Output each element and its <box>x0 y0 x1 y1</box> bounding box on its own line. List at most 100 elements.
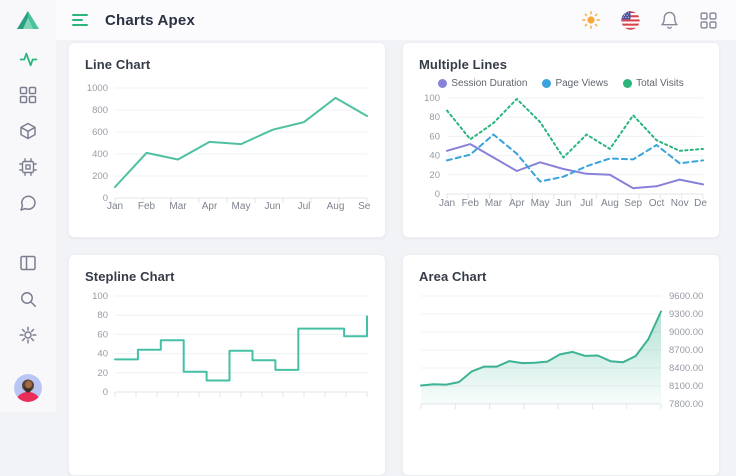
sidebar-nav-top <box>17 48 39 214</box>
svg-text:9000.00: 9000.00 <box>669 327 703 338</box>
stepline-chart-canvas: 0 20 40 60 80 100 <box>85 292 369 429</box>
page-title: Charts Apex <box>105 12 195 29</box>
activity-icon <box>19 50 38 69</box>
svg-text:May: May <box>232 201 251 212</box>
sidebar-item-components[interactable] <box>17 120 39 142</box>
card-area-chart: Area Chart 7800.00 8100.00 8400.00 8700.00 9… <box>402 254 720 476</box>
svg-text:60: 60 <box>429 131 440 142</box>
legend-marker <box>623 79 632 88</box>
svg-text:Dec: Dec <box>694 198 707 209</box>
svg-text:Sep: Sep <box>624 198 642 209</box>
svg-text:Jan: Jan <box>439 198 455 209</box>
line-chart-canvas: 02004006008001000JanFebMarAprMayJunJulAu… <box>85 80 369 231</box>
card-line-chart: Line Chart 02004006008001000JanFebMarApr… <box>68 42 386 238</box>
apps-grid-icon <box>700 12 717 29</box>
notifications-button[interactable] <box>659 10 679 30</box>
svg-text:Jul: Jul <box>298 201 311 212</box>
card-title: Stepline Chart <box>85 269 369 284</box>
legend-label: Total Visits <box>636 78 684 89</box>
header-actions <box>581 10 718 30</box>
svg-text:9300.00: 9300.00 <box>669 309 703 320</box>
svg-text:Jun: Jun <box>264 201 280 212</box>
legend-item-page-views[interactable]: Page Views <box>542 78 608 89</box>
svg-text:8700.00: 8700.00 <box>669 345 703 356</box>
svg-text:60: 60 <box>97 329 108 340</box>
svg-text:20: 20 <box>429 170 440 181</box>
columns-icon <box>19 254 37 272</box>
charts-grid: Line Chart 0 200 400 600 800 1000 Jan Feb Mar Apr… <box>56 40 736 476</box>
svg-text:8400.00: 8400.00 <box>669 363 703 374</box>
user-avatar-image <box>14 374 42 402</box>
top-header: Charts Apex <box>56 0 736 40</box>
sidebar-item-dashboard[interactable] <box>17 84 39 106</box>
svg-text:100: 100 <box>92 292 108 302</box>
apps-menu-button[interactable] <box>698 10 718 30</box>
svg-text:20: 20 <box>97 368 108 379</box>
theme-toggle-button[interactable] <box>581 10 601 30</box>
svg-text:Feb: Feb <box>138 201 156 212</box>
card-title: Area Chart <box>419 269 703 284</box>
sidebar-item-widgets[interactable] <box>17 156 39 178</box>
svg-text:Aug: Aug <box>327 201 345 212</box>
area-chart-canvas: 7800.00 8100.00 8400.00 8700.00 9000.00 9300.… <box>419 292 703 429</box>
card-title: Multiple Lines <box>419 57 703 72</box>
menu-toggle-button[interactable] <box>72 12 92 28</box>
svg-text:40: 40 <box>97 349 108 360</box>
sidebar-nav-bottom <box>14 252 42 402</box>
legend-label: Page Views <box>555 78 608 89</box>
card-title: Line Chart <box>85 57 369 72</box>
us-flag-icon <box>621 11 640 30</box>
svg-text:0: 0 <box>103 387 108 398</box>
card-stepline-chart: Stepline Chart 0 20 40 60 80 100 <box>68 254 386 476</box>
multiple-lines-chart-canvas: 020406080100JanFebMarAprMayJunJulAugSepO… <box>419 92 703 221</box>
language-selector-button[interactable] <box>620 10 640 30</box>
legend-item-total-visits[interactable]: Total Visits <box>623 78 684 89</box>
svg-text:600: 600 <box>92 127 108 138</box>
svg-text:Mar: Mar <box>485 198 503 209</box>
svg-text:Oct: Oct <box>649 198 665 209</box>
card-multiple-lines: Multiple Lines Session Duration Page View… <box>402 42 720 238</box>
svg-text:40: 40 <box>429 151 440 162</box>
svg-text:Nov: Nov <box>671 198 689 209</box>
chat-icon <box>19 194 37 212</box>
svg-text:7800.00: 7800.00 <box>669 399 703 410</box>
sidebar <box>0 0 56 412</box>
sun-icon <box>582 11 600 29</box>
user-avatar[interactable] <box>14 374 42 402</box>
svg-text:200: 200 <box>92 171 108 182</box>
svg-text:80: 80 <box>97 310 108 321</box>
svg-text:Apr: Apr <box>509 198 525 209</box>
svg-text:Mar: Mar <box>169 201 187 212</box>
svg-text:Jun: Jun <box>555 198 571 209</box>
search-icon <box>19 290 37 308</box>
sidebar-item-search[interactable] <box>17 288 39 310</box>
chart-legend: Session Duration Page Views Total Visits <box>419 76 703 90</box>
sidebar-item-charts[interactable] <box>17 48 39 70</box>
legend-label: Session Duration <box>451 78 527 89</box>
svg-text:Apr: Apr <box>202 201 218 212</box>
svg-text:Jan: Jan <box>107 201 123 212</box>
triangle-logo-icon <box>16 9 40 31</box>
svg-text:May: May <box>531 198 550 209</box>
app-logo[interactable] <box>0 0 56 40</box>
legend-marker <box>438 79 447 88</box>
svg-text:400: 400 <box>92 149 108 160</box>
svg-text:100: 100 <box>424 93 440 104</box>
svg-text:9600.00: 9600.00 <box>669 292 703 302</box>
legend-marker <box>542 79 551 88</box>
cpu-icon <box>19 158 37 176</box>
sidebar-item-settings[interactable] <box>17 324 39 346</box>
legend-item-session-duration[interactable]: Session Duration <box>438 78 527 89</box>
svg-text:80: 80 <box>429 112 440 123</box>
svg-text:8100.00: 8100.00 <box>669 381 703 392</box>
svg-text:Jul: Jul <box>580 198 593 209</box>
svg-text:Aug: Aug <box>601 198 619 209</box>
svg-text:800: 800 <box>92 105 108 116</box>
sidebar-item-chat[interactable] <box>17 192 39 214</box>
bell-icon <box>661 11 678 29</box>
sidebar-item-layout[interactable] <box>17 252 39 274</box>
svg-text:Feb: Feb <box>462 198 480 209</box>
svg-text:1000: 1000 <box>87 83 108 94</box>
box-icon <box>19 122 37 140</box>
gear-icon <box>19 326 37 344</box>
